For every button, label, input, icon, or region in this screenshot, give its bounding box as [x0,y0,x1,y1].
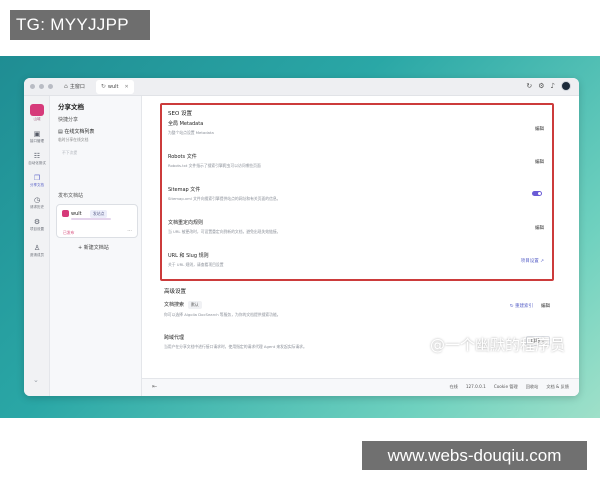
edit-redirect-button[interactable]: 编辑 [535,225,544,231]
row-title: URL 和 Slug 规则 [168,253,209,259]
rebuild-index-label: 重建索引 [515,304,533,309]
home-icon: ⌂ [64,83,68,90]
chevron-down-icon[interactable]: ⌄ [33,376,39,384]
desktop-background: ⌂ 主窗口 ↻ wult ✕ ↻ ⚙ ♪ 山城 ▣ 接口管理 ☷ 自动化测试 ❐… [0,56,600,418]
advanced-title: 高级设置 [164,289,187,295]
seo-title: SEO 设置 [168,111,193,117]
rail-item-share-doc[interactable]: ❐ 分享文档 [24,174,50,188]
muted-item[interactable]: 不下次提 [62,150,77,156]
row-title: 全局 Metadata [168,121,204,127]
seo-row-sitemap: Sitemap 文件 Sitemap.xml 文件向搜索引擎提供站点的网址和有关… [168,186,548,210]
site-badge: 发站点 [90,210,108,218]
rail-item-label: 请求历史 [30,205,44,209]
seo-row-metadata: 全局 Metadata 为整个站点设置 Metadata 编辑 [168,120,548,144]
site-link-placeholder [71,218,111,220]
icon-rail: 山城 ▣ 接口管理 ☷ 自动化测试 ❐ 分享文档 ◷ 请求历史 ⚙ 项目设置 ♙… [24,96,50,396]
share-doc-icon: ❐ [33,174,41,182]
edit-robots-button[interactable]: 编辑 [535,159,544,165]
row-title: Sitemap 文件 [168,187,201,193]
edit-search-button[interactable]: 编辑 [541,303,550,309]
title-bar: ⌂ 主窗口 ↻ wult ✕ ↻ ⚙ ♪ [24,78,579,96]
quick-item-subtitle: 临时分享在线文档 [58,137,89,142]
refresh-icon: ↻ [100,83,106,90]
docs-feedback[interactable]: 文档 & 反馈 [546,384,569,390]
quick-share-label: 快捷分享 [58,117,79,123]
author-watermark: @一个幽默的程序员 [430,336,566,354]
site-card-wult[interactable]: wult 发站点 已发布 ··· [56,204,138,238]
status-bar: ⇤ 在线 127.0.0.1 Cookie 管理 回收站 文档 & 反馈 [142,378,579,396]
tg-overlay-label: TG: MYYJJPP [10,10,150,40]
quick-item-title: 在线文档列表 [64,129,95,135]
rail-item-autotest[interactable]: ☷ 自动化测试 [24,152,50,166]
row-title: 文档搜索 [164,302,185,308]
history-icon: ◷ [33,196,41,204]
project-logo-icon[interactable] [30,104,44,116]
test-icon: ☷ [33,152,41,160]
window-dot[interactable] [39,84,44,89]
bell-icon[interactable]: ♪ [551,82,555,90]
seo-row-url-slug: URL 和 Slug 规则 关于 URL 规则，请查看项目设置 项目设置 ↗ [168,252,548,276]
sitemap-toggle[interactable] [532,191,542,196]
publish-site-label: 发布文档站 [58,193,84,199]
recycle-bin[interactable]: 回收站 [526,384,539,390]
gear-icon[interactable]: ⚙ [538,82,544,90]
tab-main-window[interactable]: ⌂ 主窗口 [59,80,90,94]
online-doc-list-item[interactable]: ▤ 在线文档列表 临时分享在线文档 [58,128,140,143]
row-desc: Robots.txt 文件指示了搜索引擎爬虫可以访问哪些页面 [168,163,261,168]
rail-item-api[interactable]: ▣ 接口管理 [24,130,50,144]
search-actions: ↻ 重建索引 编辑 [510,303,550,309]
api-icon: ▣ [33,130,41,138]
url-overlay: www.webs-douqiu.com [362,441,587,470]
share-sidebar: 分享文档 快捷分享 ▤ 在线文档列表 临时分享在线文档 不下次提 发布文档站 w… [50,96,142,396]
rail-item-invite[interactable]: ♙ 邀请成员 [24,244,50,258]
add-site-button[interactable]: + 新建文档站 [78,244,109,251]
rail-item-settings[interactable]: ⚙ 项目设置 [24,218,50,232]
row-desc: 为整个站点设置 Metadata [168,130,214,135]
window-dot[interactable] [48,84,53,89]
project-logo-label: 山城 [33,117,41,121]
tab-label: wult [107,83,119,90]
invite-icon: ♙ [33,244,41,252]
cookie-manager[interactable]: Cookie 管理 [494,384,518,390]
tab-wult[interactable]: ↻ wult ✕ [95,79,134,94]
rail-item-label: 接口管理 [30,139,44,143]
row-desc: 你可以选择 Algolia DocSearch 等服务，为你的文档提供搜索功能。 [164,312,281,317]
tab-label: 主窗口 [69,84,85,90]
close-icon[interactable]: ✕ [124,84,128,90]
settings-icon: ⚙ [33,218,41,226]
seo-settings-panel: SEO 设置 全局 Metadata 为整个站点设置 Metadata 编辑 R… [160,103,554,281]
seo-row-redirect: 文档重定向规则 当 URL 被更改时，可设置重定向到新的文档，避免出现失效链接。… [168,219,548,243]
rail-item-label: 分享文档 [30,183,44,187]
online-status[interactable]: 在线 [449,384,457,390]
site-name: wult [71,211,82,217]
status-items: 在线 127.0.0.1 Cookie 管理 回收站 文档 & 反馈 [449,384,569,390]
window-dot[interactable] [30,84,35,89]
default-badge: 默认 [188,301,202,309]
host-status[interactable]: 127.0.0.1 [466,384,486,390]
avatar[interactable] [561,81,571,91]
row-title: 文档重定向规则 [168,220,204,226]
screenshot-page: TG: MYYJJPP ⌂ 主窗口 ↻ wult ✕ ↻ ⚙ ♪ 山城 ▣ 接口… [0,0,600,480]
project-settings-link[interactable]: 项目设置 ↗ [521,258,544,264]
seo-row-robots: Robots 文件 Robots.txt 文件指示了搜索引擎爬虫可以访问哪些页面… [168,153,548,177]
sidebar-title: 分享文档 [58,103,84,111]
rebuild-index-button[interactable]: ↻ 重建索引 [510,303,533,309]
rail-item-label: 项目设置 [30,227,44,231]
rail-item-history[interactable]: ◷ 请求历史 [24,196,50,210]
row-desc: Sitemap.xml 文件向搜索引擎提供站点的网址和有关页面的信息。 [168,196,281,201]
edit-metadata-button[interactable]: 编辑 [535,126,544,132]
advanced-row-search: 文档搜索 默认 你可以选择 Algolia DocSearch 等服务，为你的文档… [164,301,554,318]
titlebar-tools: ↻ ⚙ ♪ [526,81,571,91]
rail-item-label: 自动化测试 [28,161,46,165]
status-badge: 已发布 [63,230,75,235]
row-desc: 关于 URL 规则，请查看项目设置 [168,262,224,267]
row-title: Robots 文件 [168,154,197,160]
add-site-label: 新建文档站 [83,245,109,251]
more-icon[interactable]: ··· [127,228,132,234]
collapse-icon[interactable]: ⇤ [152,383,157,390]
row-desc: 当 URL 被更改时，可设置重定向到新的文档，避免出现失效链接。 [168,229,281,234]
refresh-icon[interactable]: ↻ [526,82,532,90]
site-logo-icon [62,210,69,217]
rail-item-label: 邀请成员 [30,253,44,257]
